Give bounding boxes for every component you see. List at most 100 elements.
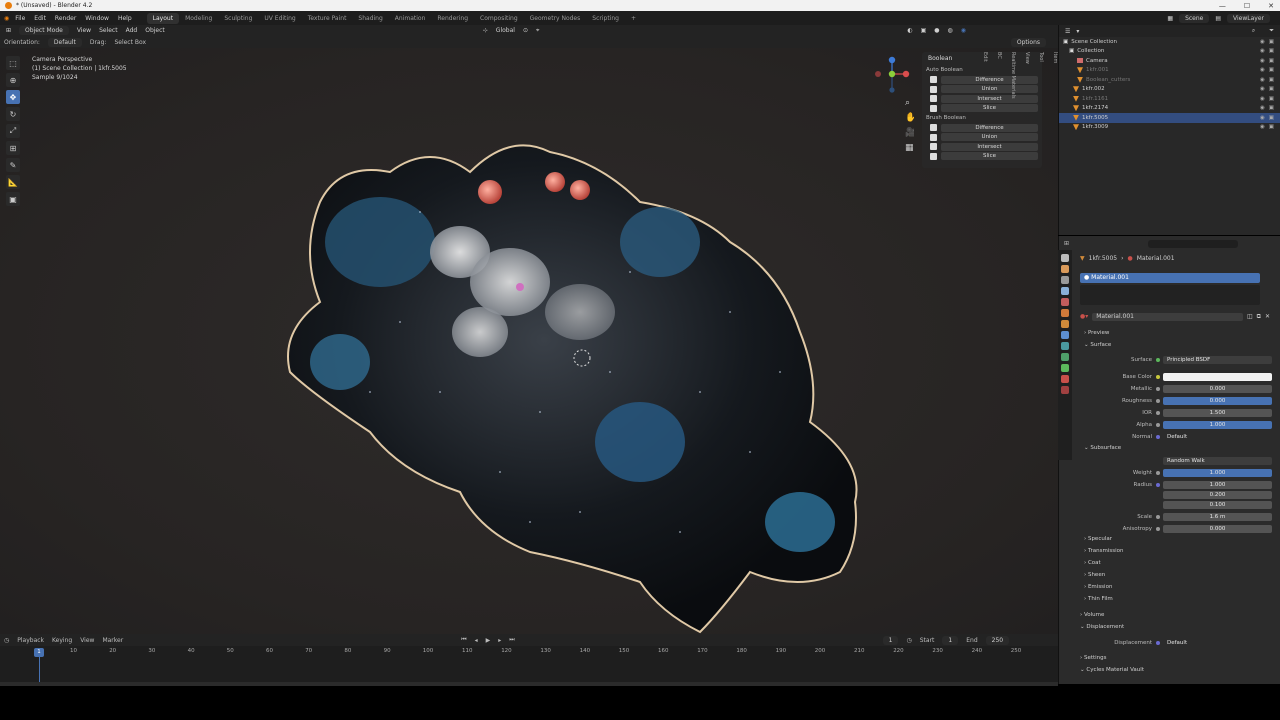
particles-tab-icon[interactable] [1061, 342, 1069, 350]
render-camera-icon[interactable]: ▣ [1269, 48, 1274, 54]
scale-field[interactable]: 1.6 m [1163, 512, 1272, 521]
metallic-field[interactable]: 0.000 [1163, 384, 1272, 393]
data-tab-icon[interactable] [1061, 364, 1069, 372]
tab-uv-editing[interactable]: UV Editing [258, 13, 301, 24]
tab-shading[interactable]: Shading [352, 13, 388, 24]
outliner-search-icon[interactable]: ⌕ [1252, 27, 1255, 35]
output-tab-icon[interactable] [1061, 276, 1069, 284]
visibility-eye-icon[interactable]: ◉ [1260, 124, 1265, 130]
material-browse-icon[interactable]: ●▾ [1080, 313, 1088, 320]
render-camera-icon[interactable]: ▣ [1269, 115, 1274, 121]
outliner-row[interactable]: ▣ Scene Collection ◉ ▣ [1059, 37, 1280, 47]
rotate-icon[interactable]: ↻ [6, 107, 20, 121]
tab-modeling[interactable]: Modeling [179, 13, 218, 24]
npanel-tab-tool[interactable]: Tool [1038, 52, 1044, 99]
base-color-swatch[interactable] [1163, 372, 1272, 381]
outliner-row[interactable]: 1kfr.001 ◉ ▣ [1059, 66, 1280, 76]
boolean-slice-button[interactable]: Slice [941, 152, 1038, 161]
material-tab-icon[interactable] [1061, 375, 1069, 383]
outliner-row[interactable]: 1kfr.3009 ◉ ▣ [1059, 123, 1280, 133]
visibility-eye-icon[interactable]: ◉ [1260, 77, 1265, 83]
move-icon[interactable]: ✥ [6, 90, 20, 104]
editor-type-icon[interactable]: ⊞ [6, 27, 11, 34]
navigation-gizmo[interactable]: ⌕ ✋ 🎥 ▦ [870, 54, 914, 154]
visibility-eye-icon[interactable]: ◉ [1260, 96, 1265, 102]
end-field[interactable]: 250 [985, 635, 1010, 645]
current-frame-field[interactable]: 1 [882, 635, 899, 645]
fake-user-icon[interactable]: ◫ [1247, 313, 1253, 320]
timeline-view-menu[interactable]: View [80, 637, 94, 644]
anisotropy-field[interactable]: 0.000 [1163, 524, 1272, 533]
outliner-row[interactable]: ▣ Collection ◉ ▣ [1059, 47, 1280, 57]
overlay-icon[interactable]: ◐ [907, 27, 912, 34]
mode-selector[interactable]: Object Mode [19, 26, 69, 35]
material-slot-list-item[interactable]: ● Material.001 [1080, 273, 1260, 283]
snap-icon[interactable]: ⌖ [536, 27, 539, 35]
boolean-intersect-button[interactable]: Intersect [941, 142, 1038, 151]
sss-method-dropdown[interactable]: Random Walk [1163, 456, 1272, 465]
add-menu[interactable]: Add [126, 27, 138, 34]
start-field[interactable]: 1 [942, 635, 959, 645]
outliner-row[interactable]: 1kfr.1161 ◉ ▣ [1059, 94, 1280, 104]
orientation-default[interactable]: Default [47, 37, 82, 47]
options-button[interactable]: Options [1010, 37, 1046, 47]
annotate-icon[interactable]: ✎ [6, 158, 20, 172]
playhead[interactable]: 1 [34, 648, 44, 657]
menu-render[interactable]: Render [55, 15, 76, 22]
render-camera-icon[interactable]: ▣ [1269, 67, 1274, 73]
scene-selector[interactable]: Scene [1179, 13, 1210, 23]
section-transmission[interactable]: › Transmission [1084, 548, 1123, 560]
visibility-eye-icon[interactable]: ◉ [1260, 86, 1265, 92]
drag-value[interactable]: Select Box [114, 39, 146, 46]
select-menu[interactable]: Select [99, 27, 118, 34]
visibility-eye-icon[interactable]: ◉ [1260, 67, 1265, 73]
jump-start-icon[interactable]: ⏮ [461, 636, 466, 644]
material-name-field[interactable]: Material.001 [1092, 312, 1243, 321]
visibility-eye-icon[interactable]: ◉ [1260, 115, 1265, 121]
object-tab-icon[interactable] [1061, 320, 1069, 328]
npanel-tab-view[interactable]: View [1024, 52, 1030, 99]
boolean-union-button[interactable]: Union [941, 133, 1038, 142]
xray-icon[interactable]: ▣ [921, 27, 927, 34]
radius-y-field[interactable]: 0.200 [1163, 490, 1272, 499]
measure-icon[interactable]: 📐 [6, 175, 20, 189]
radius-z-field[interactable]: 0.100 [1163, 500, 1272, 509]
properties-search[interactable] [1148, 240, 1238, 248]
outliner-row[interactable]: 1kfr.2174 ◉ ▣ [1059, 104, 1280, 114]
outliner-editor-icon[interactable]: ☰ [1065, 28, 1070, 35]
render-camera-icon[interactable]: ▣ [1269, 39, 1274, 45]
tab-scripting[interactable]: Scripting [586, 13, 625, 24]
playback-menu[interactable]: Playback [17, 637, 44, 644]
boolean-difference-button[interactable]: Difference [941, 123, 1038, 132]
weight-field[interactable]: 1.000 [1163, 468, 1272, 477]
texture-tab-icon[interactable] [1061, 386, 1069, 394]
blender-menu-icon[interactable]: ◉ [4, 15, 9, 22]
render-camera-icon[interactable]: ▣ [1269, 96, 1274, 102]
menu-edit[interactable]: Edit [34, 15, 46, 22]
shading-solid-icon[interactable]: ● [934, 27, 939, 34]
transform-icon[interactable]: ⊞ [6, 141, 20, 155]
tab-rendering[interactable]: Rendering [431, 13, 474, 24]
displacement-field[interactable]: Default [1163, 639, 1272, 647]
add-cube-icon[interactable]: ▣ [6, 192, 20, 206]
menu-help[interactable]: Help [118, 15, 132, 22]
preview-section[interactable]: › Preview [1084, 330, 1109, 336]
boolean-slice-button[interactable]: Slice [941, 104, 1038, 113]
surface-shader-field[interactable]: Principled BSDF [1163, 355, 1272, 364]
tab-geometry-nodes[interactable]: Geometry Nodes [524, 13, 587, 24]
world-tab-icon[interactable] [1061, 309, 1069, 317]
menu-file[interactable]: File [15, 15, 25, 22]
ior-field[interactable]: 1.500 [1163, 408, 1272, 417]
keying-menu[interactable]: Keying [52, 637, 72, 644]
visibility-eye-icon[interactable]: ◉ [1260, 39, 1265, 45]
section-thin-film[interactable]: › Thin Film [1084, 596, 1123, 608]
play-icon[interactable]: ▶ [486, 637, 491, 644]
render-camera-icon[interactable]: ▣ [1269, 58, 1274, 64]
shading-material-icon[interactable]: ◍ [948, 27, 953, 34]
section-emission[interactable]: › Emission [1084, 584, 1123, 596]
prev-key-icon[interactable]: ◂ [475, 637, 478, 644]
subsurface-section[interactable]: ⌄ Subsurface [1084, 445, 1121, 451]
menu-window[interactable]: Window [85, 15, 109, 22]
pivot-icon[interactable]: ⊙ [523, 27, 528, 34]
visibility-eye-icon[interactable]: ◉ [1260, 58, 1265, 64]
